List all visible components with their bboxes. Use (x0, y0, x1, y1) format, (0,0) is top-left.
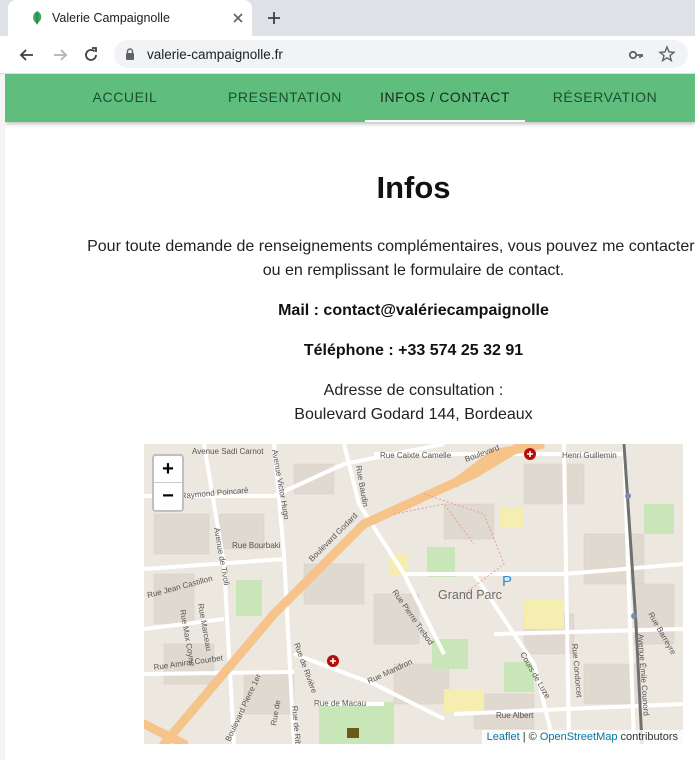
address-bar[interactable]: valerie-campaignolle.fr (114, 40, 688, 68)
zoom-out-button[interactable]: − (154, 482, 182, 509)
street-label: Rue Caixte Camelle (380, 451, 452, 460)
browser-tabstrip: Valerie Campaignolle (0, 0, 695, 36)
leaf-favicon-icon (33, 11, 42, 25)
new-tab-icon[interactable] (265, 9, 283, 27)
address-line: Boulevard Godard 144, Bordeaux (294, 406, 533, 423)
street-label: Rue Bourbaki (232, 541, 281, 550)
reload-icon[interactable] (81, 45, 101, 65)
page-title: Infos (376, 170, 451, 205)
street-label: Avenue Sadi Carnot (192, 447, 264, 456)
nav-item-reservation[interactable]: RÉSERVATION (540, 74, 670, 122)
map-place-label: Grand Parc (438, 588, 502, 602)
street-label: Rue de Macau (314, 699, 366, 708)
address-label: Adresse de consultation : (323, 382, 504, 399)
browser-tab[interactable]: Valerie Campaignolle (8, 0, 252, 36)
browser-toolbar: valerie-campaignolle.fr (0, 36, 695, 74)
back-arrow-icon[interactable] (17, 45, 37, 65)
mail-line: Mail : contact@valériecampaignolle (278, 302, 549, 319)
forward-arrow-icon[interactable] (50, 45, 70, 65)
bookmark-star-icon[interactable] (658, 45, 676, 63)
map-tiles[interactable]: Avenue Sadi Carnot Rue Caixte Camelle Bo… (144, 444, 683, 744)
close-tab-icon[interactable] (229, 9, 247, 27)
lock-icon[interactable] (123, 47, 137, 61)
openstreetmap-link[interactable]: OpenStreetMap (540, 731, 618, 743)
map-zoom-control: + − (152, 454, 184, 512)
page-viewport: ACCUEIL PRESENTATION INFOS / CONTACT RÉS… (5, 74, 695, 760)
tab-title: Valerie Campaignolle (52, 11, 170, 25)
parking-icon: P (502, 573, 512, 590)
nav-item-presentation[interactable]: PRESENTATION (217, 74, 353, 122)
site-navbar: ACCUEIL PRESENTATION INFOS / CONTACT RÉS… (5, 74, 695, 122)
nav-item-infos-contact[interactable]: INFOS / CONTACT (365, 74, 525, 122)
street-label: Rue Albert (496, 711, 534, 720)
map-attribution: Leaflet | © OpenStreetMap contributors (481, 730, 683, 744)
leaflet-link[interactable]: Leaflet (487, 731, 520, 743)
zoom-in-button[interactable]: + (154, 456, 182, 482)
intro-text-line2: ou en remplissant le formulaire de conta… (262, 262, 565, 279)
nav-item-accueil[interactable]: ACCUEIL (77, 74, 173, 122)
phone-line: Téléphone : +33 574 25 32 91 (303, 342, 524, 359)
attribution-separator: | © (519, 731, 540, 743)
url-text[interactable]: valerie-campaignolle.fr (147, 47, 283, 62)
map-widget[interactable]: Avenue Sadi Carnot Rue Caixte Camelle Bo… (144, 444, 683, 744)
attribution-tail: contributors (617, 731, 678, 743)
key-icon[interactable] (627, 46, 645, 64)
street-label: Henri Guillemin (562, 451, 617, 460)
intro-text-line1: Pour toute demande de renseignements com… (87, 238, 695, 255)
